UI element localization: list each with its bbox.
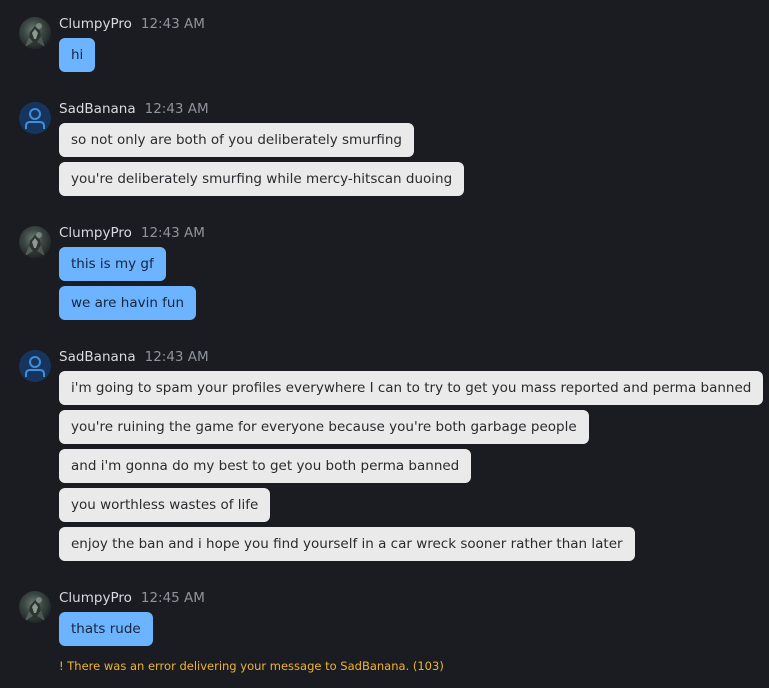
message-bubble[interactable]: you're ruining the game for everyone bec… bbox=[59, 410, 589, 444]
timestamp: 12:43 AM bbox=[140, 225, 205, 241]
avatar[interactable] bbox=[19, 591, 51, 623]
profile-photo-icon bbox=[25, 232, 45, 256]
user-icon bbox=[25, 108, 45, 129]
author-name[interactable]: SadBanana bbox=[59, 349, 136, 365]
user-icon bbox=[25, 356, 45, 377]
profile-photo-icon bbox=[25, 23, 45, 47]
message-bubble[interactable]: this is my gf bbox=[59, 247, 166, 281]
avatar[interactable] bbox=[19, 17, 51, 49]
message-header: SadBanana 12:43 AM bbox=[59, 349, 209, 369]
author-name[interactable]: ClumpyPro bbox=[59, 590, 132, 606]
timestamp: 12:45 AM bbox=[140, 590, 205, 606]
message-bubble[interactable]: hi bbox=[59, 38, 96, 72]
timestamp: 12:43 AM bbox=[140, 16, 205, 32]
avatar[interactable] bbox=[19, 102, 51, 134]
message-header: ClumpyPro 12:45 AM bbox=[59, 590, 205, 610]
chat-message-list[interactable]: ClumpyPro 12:43 AM hi SadBanana 12:43 AM… bbox=[0, 0, 769, 688]
message-bubble[interactable]: i'm going to spam your profiles everywhe… bbox=[59, 371, 764, 405]
message-bubble[interactable]: you're deliberately smurfing while mercy… bbox=[59, 162, 465, 196]
author-name[interactable]: ClumpyPro bbox=[59, 225, 132, 241]
avatar[interactable] bbox=[19, 350, 51, 382]
timestamp: 12:43 AM bbox=[144, 349, 209, 365]
message-bubble[interactable]: and i'm gonna do my best to get you both… bbox=[59, 449, 472, 483]
timestamp: 12:43 AM bbox=[144, 101, 209, 117]
author-name[interactable]: ClumpyPro bbox=[59, 16, 132, 32]
message-header: ClumpyPro 12:43 AM bbox=[59, 225, 205, 245]
avatar[interactable] bbox=[19, 226, 51, 258]
delivery-error-text: ! There was an error delivering your mes… bbox=[59, 659, 444, 673]
message-bubble[interactable]: enjoy the ban and i hope you find yourse… bbox=[59, 527, 635, 561]
message-bubble[interactable]: we are havin fun bbox=[59, 286, 197, 320]
message-bubble[interactable]: so not only are both of you deliberately… bbox=[59, 123, 414, 157]
message-bubble[interactable]: thats rude bbox=[59, 612, 153, 646]
profile-photo-icon bbox=[25, 597, 45, 621]
author-name[interactable]: SadBanana bbox=[59, 101, 136, 117]
message-bubble[interactable]: you worthless wastes of life bbox=[59, 488, 271, 522]
message-header: ClumpyPro 12:43 AM bbox=[59, 16, 205, 36]
message-header: SadBanana 12:43 AM bbox=[59, 101, 209, 121]
